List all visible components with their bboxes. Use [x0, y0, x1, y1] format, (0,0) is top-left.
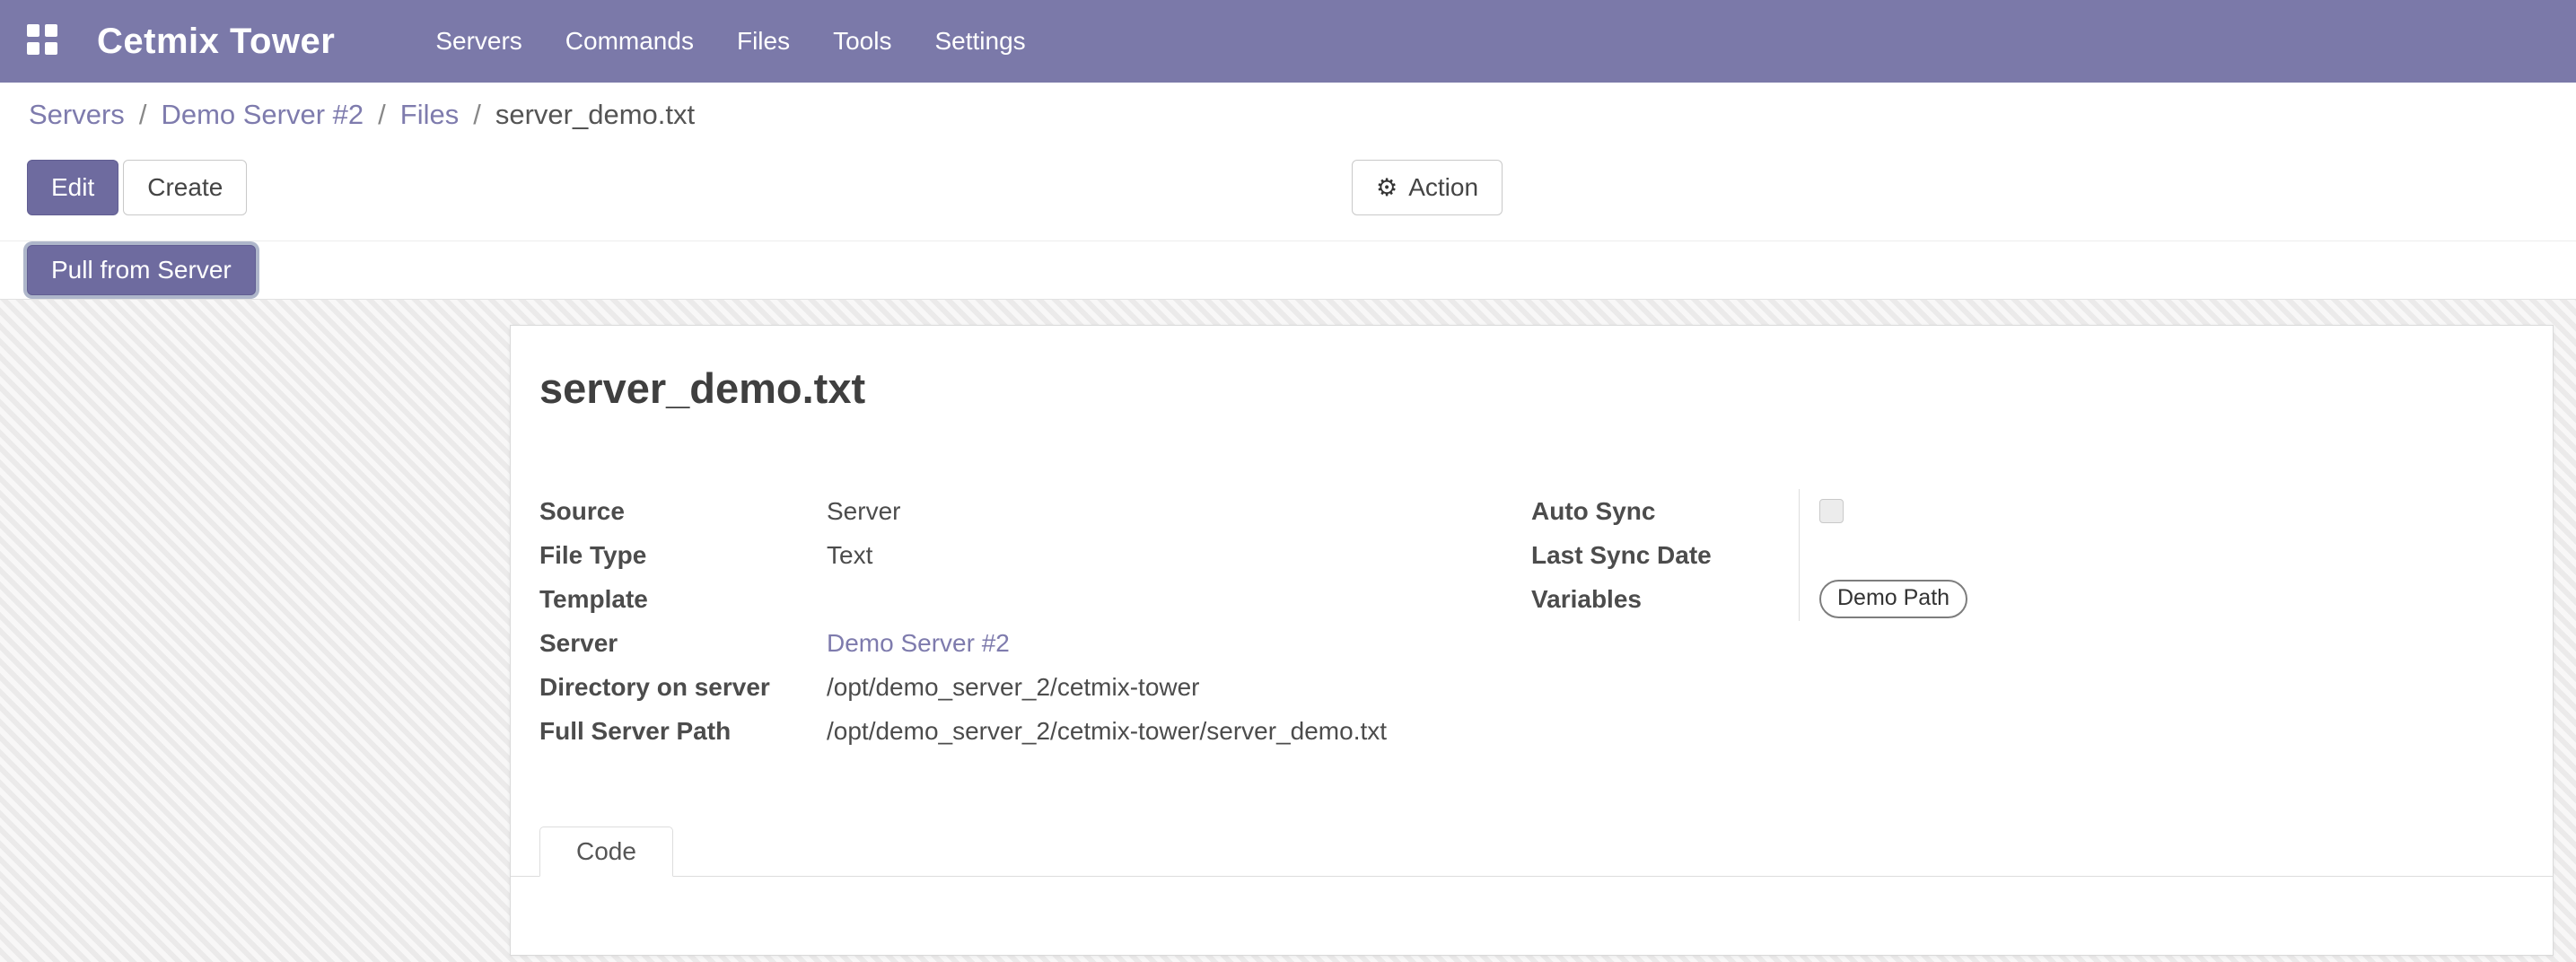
field-value-variables: Demo Path	[1799, 577, 2339, 621]
field-value-file-type: Text	[827, 541, 1491, 570]
apps-grid-icon[interactable]	[27, 24, 61, 58]
main-menu: Servers Commands Files Tools Settings	[435, 27, 1025, 56]
menu-settings[interactable]: Settings	[934, 27, 1025, 56]
field-value-auto-sync	[1799, 489, 2339, 533]
tab-code[interactable]: Code	[539, 826, 673, 877]
field-row-file-type: File Type Text	[539, 533, 1491, 577]
breadcrumb-separator: /	[378, 99, 386, 131]
menu-files[interactable]: Files	[737, 27, 790, 56]
field-row-directory: Directory on server /opt/demo_server_2/c…	[539, 665, 1491, 709]
breadcrumb-separator: /	[473, 99, 481, 131]
apps-grid-square	[27, 24, 39, 37]
action-menu-button[interactable]: ⚙ Action	[1352, 160, 1503, 215]
field-row-source: Source Server	[539, 489, 1491, 533]
field-label: Directory on server	[539, 671, 827, 703]
apps-grid-square	[45, 24, 57, 37]
field-value-source: Server	[827, 497, 1491, 526]
field-label: Server	[539, 627, 827, 659]
edit-button[interactable]: Edit	[27, 160, 118, 215]
field-group-left: Source Server File Type Text Template Se…	[539, 489, 1491, 753]
field-row-full-path: Full Server Path /opt/demo_server_2/cetm…	[539, 709, 1491, 753]
menu-tools[interactable]: Tools	[833, 27, 891, 56]
menu-commands[interactable]: Commands	[565, 27, 694, 56]
field-label: File Type	[539, 539, 827, 571]
variable-tag: Demo Path	[1819, 580, 1967, 618]
field-label: Last Sync Date	[1531, 539, 1799, 571]
menu-servers[interactable]: Servers	[435, 27, 521, 56]
action-menu-label: Action	[1408, 173, 1478, 202]
pull-from-server-button[interactable]: Pull from Server	[27, 245, 256, 295]
field-row-server: Server Demo Server #2	[539, 621, 1491, 665]
breadcrumb-files[interactable]: Files	[400, 99, 459, 131]
control-panel: Edit Create ⚙ Action	[0, 160, 2576, 219]
field-value-full-path: /opt/demo_server_2/cetmix-tower/server_d…	[827, 717, 1491, 746]
field-row-auto-sync: Auto Sync	[1531, 489, 2339, 533]
apps-grid-square	[27, 42, 39, 55]
field-label: Full Server Path	[539, 715, 827, 747]
field-value-server: Demo Server #2	[827, 629, 1491, 658]
server-record-link[interactable]: Demo Server #2	[827, 629, 1010, 658]
field-label: Source	[539, 495, 827, 527]
field-label: Template	[539, 583, 827, 615]
field-row-template: Template	[539, 577, 1491, 621]
breadcrumb-current: server_demo.txt	[495, 99, 695, 131]
breadcrumb-separator: /	[139, 99, 147, 131]
field-row-variables: Variables Demo Path	[1531, 577, 2339, 621]
apps-grid-square	[45, 42, 57, 55]
field-group-right: Auto Sync Last Sync Date Variables Demo …	[1531, 489, 2339, 621]
app-brand[interactable]: Cetmix Tower	[97, 22, 335, 62]
auto-sync-checkbox[interactable]	[1819, 499, 1844, 523]
field-row-last-sync: Last Sync Date	[1531, 533, 2339, 577]
field-label: Variables	[1531, 583, 1799, 615]
form-statusbar: Pull from Server	[0, 240, 2576, 299]
field-label: Auto Sync	[1531, 495, 1799, 527]
breadcrumb-servers[interactable]: Servers	[29, 99, 125, 131]
breadcrumb: Servers / Demo Server #2 / Files / serve…	[0, 83, 2576, 147]
field-value-last-sync	[1799, 533, 2339, 577]
field-value-directory: /opt/demo_server_2/cetmix-tower	[827, 673, 1491, 702]
form-view-background: server_demo.txt Source Server File Type …	[0, 299, 2576, 962]
gear-icon: ⚙	[1376, 176, 1398, 200]
notebook: Code	[511, 826, 2553, 877]
record-title: server_demo.txt	[539, 363, 865, 413]
breadcrumb-demo-server[interactable]: Demo Server #2	[161, 99, 364, 131]
notebook-tabs: Code	[511, 826, 2553, 877]
create-button[interactable]: Create	[123, 160, 247, 215]
form-sheet: server_demo.txt Source Server File Type …	[510, 325, 2554, 956]
top-navbar: Cetmix Tower Servers Commands Files Tool…	[0, 0, 2576, 83]
